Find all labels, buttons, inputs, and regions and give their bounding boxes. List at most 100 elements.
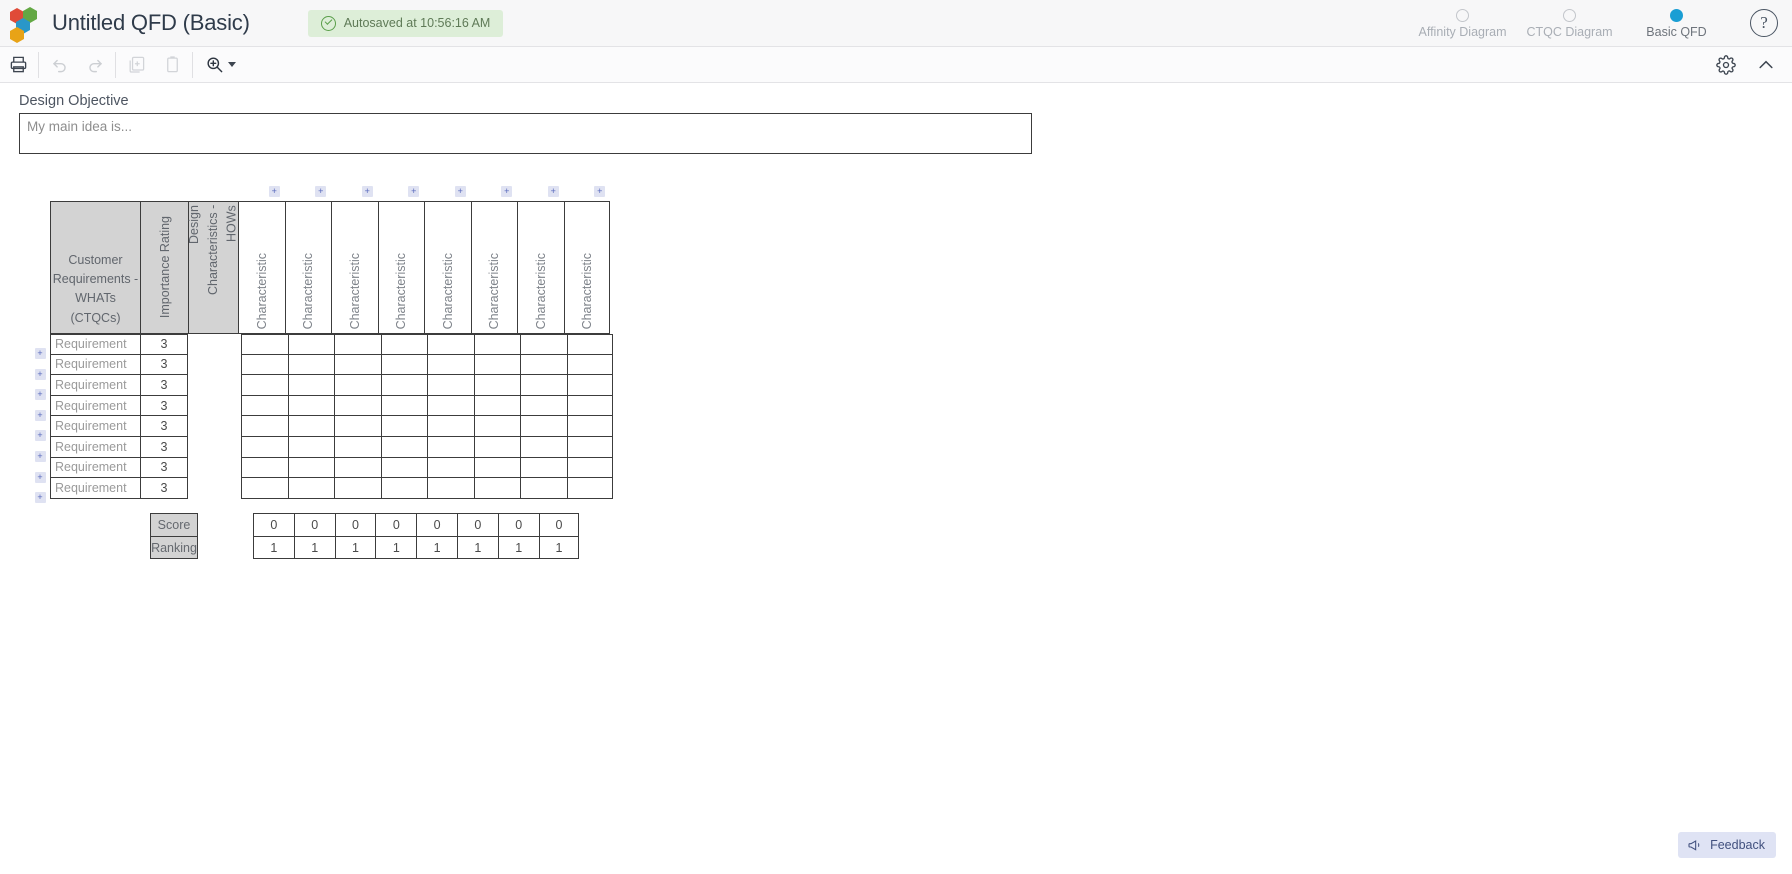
relationship-cell[interactable] [520,354,567,376]
relationship-cell[interactable] [380,395,427,417]
importance-cell[interactable]: 3 [140,416,188,437]
requirement-cell[interactable]: Requirement [50,478,140,499]
relationship-cell[interactable] [473,395,520,417]
relationship-cell[interactable] [566,375,613,396]
relationship-cell[interactable] [566,395,613,417]
header-characteristic[interactable]: Characteristic [238,201,285,334]
undo-button[interactable] [41,49,77,81]
relationship-cell[interactable] [473,436,520,458]
design-objective-input[interactable] [19,113,1032,154]
relationship-cell[interactable] [334,354,381,376]
header-characteristic[interactable]: Characteristic [563,201,610,334]
header-importance-rating[interactable]: Importance Rating [140,201,188,334]
relationship-cell[interactable] [520,478,567,499]
relationship-cell[interactable] [473,457,520,479]
relationship-cell[interactable] [427,334,474,355]
relationship-cell[interactable] [287,436,334,458]
relationship-cell[interactable] [241,334,288,355]
relationship-cell[interactable] [287,334,334,355]
relationship-cell[interactable] [380,334,427,355]
add-column-button[interactable]: + [315,186,327,197]
importance-cell[interactable]: 3 [140,478,188,499]
relationship-cell[interactable] [334,436,381,458]
importance-cell[interactable]: 3 [140,334,188,355]
add-row-button[interactable]: + [34,492,46,504]
relationship-cell[interactable] [287,395,334,417]
relationship-cell[interactable] [520,375,567,396]
relationship-cell[interactable] [566,478,613,499]
requirement-cell[interactable]: Requirement [50,354,140,376]
relationship-cell[interactable] [520,436,567,458]
requirement-cell[interactable]: Requirement [50,395,140,417]
header-characteristic[interactable]: Characteristic [470,201,517,334]
relationship-cell[interactable] [427,457,474,479]
relationship-cell[interactable] [334,395,381,417]
relationship-cell[interactable] [473,334,520,355]
relationship-cell[interactable] [380,478,427,499]
relationship-cell[interactable] [334,416,381,437]
zoom-button[interactable] [195,49,244,81]
relationship-cell[interactable] [473,416,520,437]
add-column-button[interactable]: + [547,186,559,197]
requirement-cell[interactable]: Requirement [50,416,140,437]
relationship-cell[interactable] [520,334,567,355]
relationship-cell[interactable] [427,395,474,417]
importance-cell[interactable]: 3 [140,354,188,376]
print-button[interactable] [0,49,36,81]
relationship-cell[interactable] [566,334,613,355]
document-title[interactable]: Untitled QFD (Basic) [52,10,250,36]
add-column-button[interactable]: + [501,186,513,197]
header-characteristic[interactable]: Characteristic [517,201,564,334]
relationship-cell[interactable] [241,457,288,479]
relationship-cell[interactable] [241,436,288,458]
add-column-button[interactable]: + [268,186,280,197]
requirement-cell[interactable]: Requirement [50,375,140,396]
relationship-cell[interactable] [334,457,381,479]
header-characteristic[interactable]: Characteristic [284,201,331,334]
redo-button[interactable] [77,49,113,81]
relationship-cell[interactable] [287,354,334,376]
collapse-chevron-up-icon[interactable] [1748,49,1784,81]
importance-cell[interactable]: 3 [140,457,188,479]
relationship-cell[interactable] [287,375,334,396]
relationship-cell[interactable] [241,478,288,499]
importance-cell[interactable]: 3 [140,375,188,396]
header-customer-requirements[interactable]: Customer Requirements - WHATs (CTQCs) [50,201,140,334]
relationship-cell[interactable] [427,354,474,376]
relationship-cell[interactable] [241,416,288,437]
requirement-cell[interactable]: Requirement [50,457,140,479]
relationship-cell[interactable] [380,457,427,479]
relationship-cell[interactable] [566,457,613,479]
header-design-characteristics[interactable]: Design Characteristics - HOWs [187,201,239,334]
relationship-cell[interactable] [520,457,567,479]
relationship-cell[interactable] [427,375,474,396]
relationship-cell[interactable] [380,436,427,458]
relationship-cell[interactable] [566,354,613,376]
relationship-cell[interactable] [287,478,334,499]
relationship-cell[interactable] [241,375,288,396]
relationship-cell[interactable] [473,478,520,499]
help-icon[interactable]: ? [1750,9,1778,37]
relationship-cell[interactable] [334,375,381,396]
relationship-cell[interactable] [427,478,474,499]
relationship-cell[interactable] [287,457,334,479]
feedback-button[interactable]: Feedback [1678,832,1776,858]
relationship-cell[interactable] [334,334,381,355]
relationship-cell[interactable] [520,416,567,437]
requirement-cell[interactable]: Requirement [50,334,140,355]
header-characteristic[interactable]: Characteristic [331,201,378,334]
tab-ctqc-diagram[interactable]: CTQC Diagram [1516,0,1623,47]
relationship-cell[interactable] [241,395,288,417]
paste-button[interactable] [154,49,190,81]
tab-basic-qfd[interactable]: Basic QFD [1623,0,1730,47]
relationship-cell[interactable] [427,436,474,458]
requirement-cell[interactable]: Requirement [50,436,140,458]
relationship-cell[interactable] [334,478,381,499]
importance-cell[interactable]: 3 [140,395,188,417]
relationship-cell[interactable] [380,354,427,376]
add-column-button[interactable]: + [408,186,420,197]
relationship-cell[interactable] [241,354,288,376]
add-column-button[interactable]: + [454,186,466,197]
importance-cell[interactable]: 3 [140,436,188,458]
relationship-cell[interactable] [520,395,567,417]
